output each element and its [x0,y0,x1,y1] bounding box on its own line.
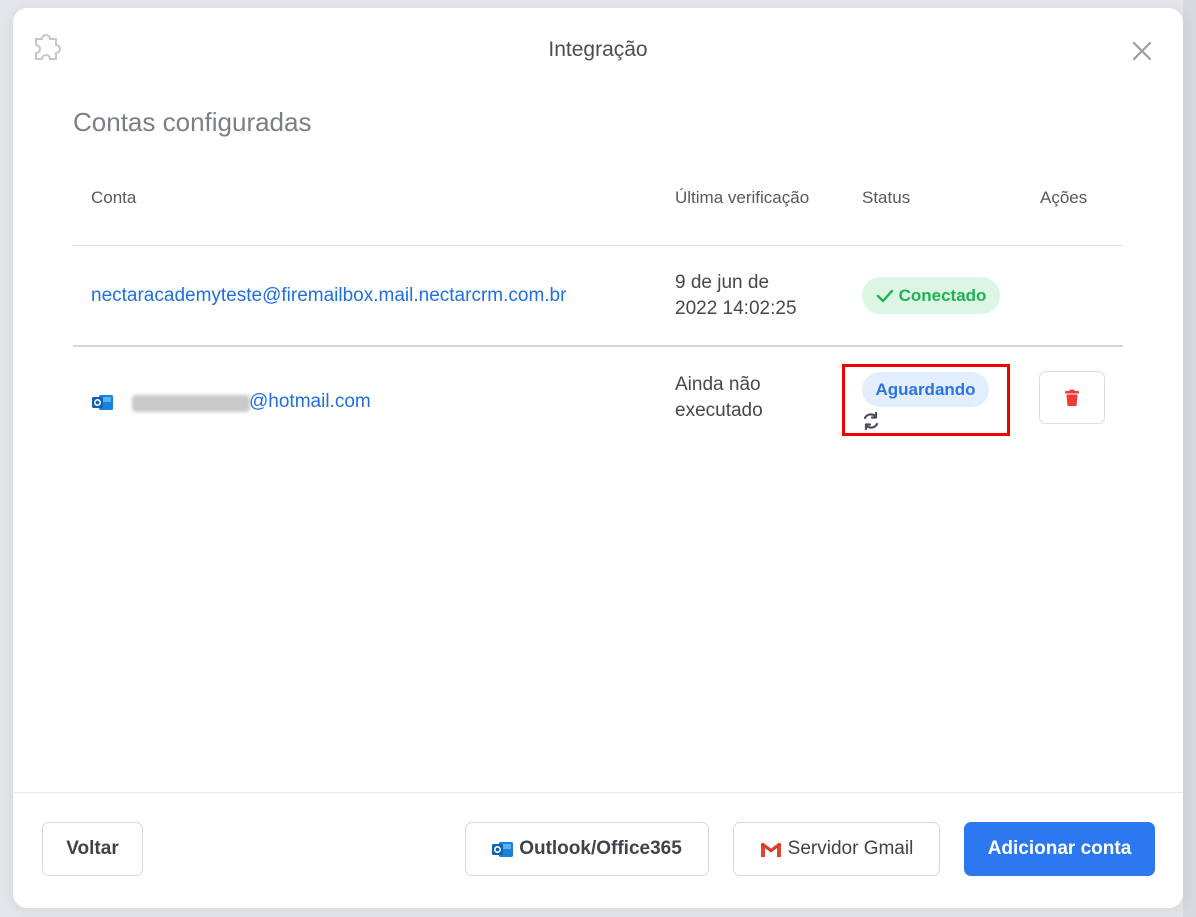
gmail-button-label: Servidor Gmail [787,838,914,859]
close-icon[interactable] [1131,40,1153,62]
delete-account-button[interactable] [1039,371,1105,424]
last-check-cell: Ainda não executado [675,372,763,424]
outlook-icon [492,841,514,857]
last-check-line1: 9 de jun de [675,272,770,293]
highlight-annotation [842,364,1010,436]
gmail-icon [760,842,781,857]
column-header-account: Conta [91,188,137,207]
column-header-last-check: Última verificação [675,188,810,207]
last-check-line1: Ainda não [675,374,761,395]
back-button-label: Voltar [66,838,119,859]
account-email-link[interactable]: @hotmail.com [249,391,371,413]
row-divider [73,345,1123,347]
add-account-label: Adicionar conta [987,838,1132,859]
redacted-email-part [132,395,250,412]
status-label: Conectado [898,285,987,305]
integration-modal: Integração Contas configuradas Conta Últ… [13,8,1183,908]
modal-title: Integração [548,38,648,61]
back-button[interactable]: Voltar [42,822,143,876]
gmail-server-button[interactable]: Servidor Gmail [733,822,940,876]
last-check-line2: executado [675,400,763,421]
status-badge-connected: Conectado [862,277,1000,314]
outlook-icon [92,395,113,410]
column-header-actions: Ações [1040,188,1088,207]
trash-icon [1065,389,1079,406]
last-check-line2: 2022 14:02:25 [675,298,797,319]
last-check-cell: 9 de jun de 2022 14:02:25 [675,270,797,322]
footer-divider [13,792,1183,793]
column-header-status: Status [862,188,911,207]
account-email-link[interactable]: nectaracademyteste@firemailbox.mail.nect… [91,285,566,307]
outlook-office365-button[interactable]: Outlook/Office365 [465,822,709,876]
section-title: Contas configuradas [73,107,312,137]
header-divider [73,245,1123,246]
backdrop [1183,0,1196,917]
outlook-button-label: Outlook/Office365 [519,838,682,859]
add-account-button[interactable]: Adicionar conta [964,822,1155,876]
check-icon [876,289,893,302]
